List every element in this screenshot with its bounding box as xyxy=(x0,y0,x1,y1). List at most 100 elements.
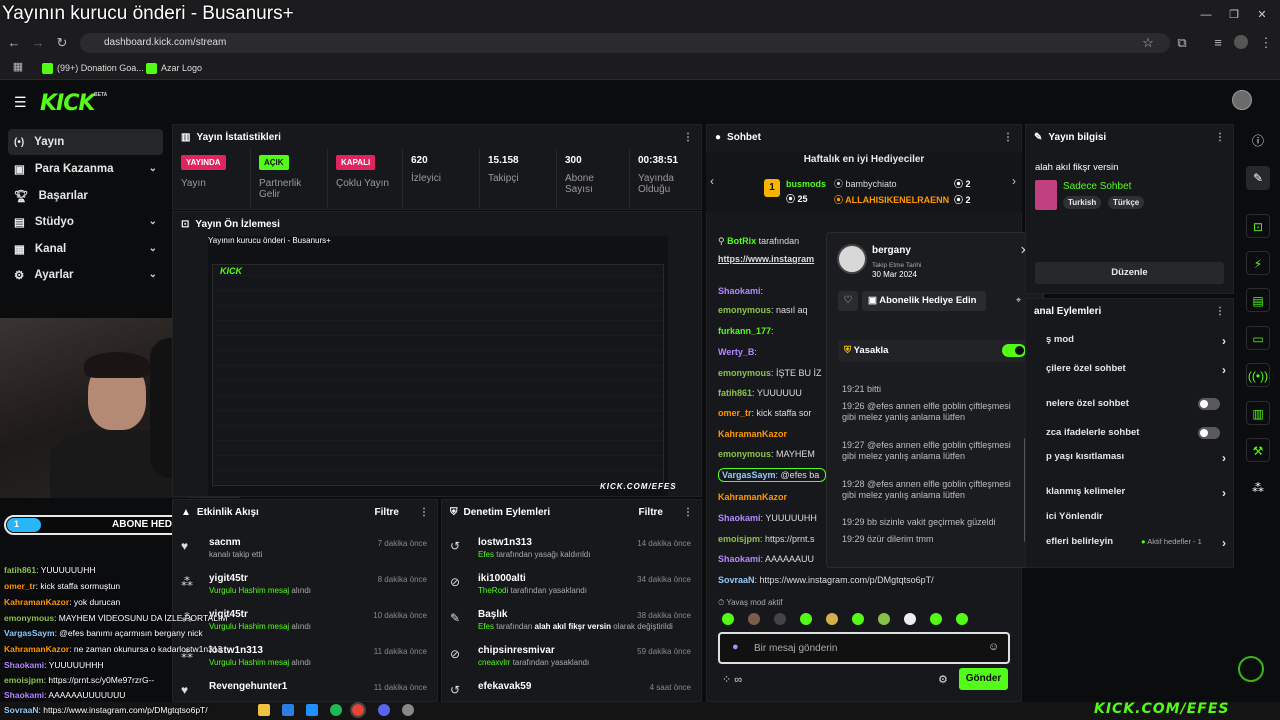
bolt-icon[interactable]: ⚡︎ xyxy=(1246,251,1270,275)
stream-info-menu-icon[interactable]: ⋮ xyxy=(1215,132,1225,143)
action-account-age[interactable]: p yaşı kısıtlaması › xyxy=(1046,451,1226,473)
overlay-chat-line: emonymous: MAYHEM VİDEOSUNU DA İZLE PORT… xyxy=(4,613,228,623)
popup-username[interactable]: bergany xyxy=(872,245,911,256)
document-icon[interactable]: ▤ xyxy=(1246,288,1270,312)
moderation-row: ⊘ iki1000alti TheRodi tarafından yasakland… xyxy=(450,573,691,595)
moderation-row: ⊘ chipsinresmivar cneaxvlrr tarafından yas… xyxy=(450,645,691,667)
discord-icon[interactable] xyxy=(378,704,390,716)
gifter-name[interactable]: ⦿ bambychiato xyxy=(834,177,897,190)
hamburger-menu-icon[interactable]: ☰ xyxy=(14,94,28,111)
chat-input[interactable]: ● Bir mesaj gönderin ☺ xyxy=(718,632,1010,664)
prev-arrow-icon[interactable]: ‹ xyxy=(710,174,714,188)
ban-label: ⛨ Yasakla xyxy=(844,345,889,356)
preview-icon[interactable]: ⊡ xyxy=(1246,214,1270,238)
moderation-filter-button[interactable]: Filtre xyxy=(639,507,663,518)
chat-menu-icon[interactable]: ⋮ xyxy=(1003,132,1013,143)
url-input[interactable]: dashboard.kick.com/stream xyxy=(80,33,1170,53)
gifter-name[interactable]: ⦿ ALLAHISIKENELRAENN xyxy=(834,193,949,206)
broadcast-icon[interactable]: ((•)) xyxy=(1246,363,1270,387)
next-arrow-icon[interactable]: › xyxy=(1012,174,1016,188)
emote-icon[interactable] xyxy=(774,613,786,625)
emote-icon[interactable] xyxy=(722,613,734,625)
emote-icon[interactable] xyxy=(878,613,890,625)
sidebar-item-yayin[interactable]: (•) Yayın xyxy=(8,129,163,155)
pin-icon: ⚲ xyxy=(718,236,728,246)
emote-icon[interactable] xyxy=(748,613,760,625)
edit-stream-info-button[interactable]: Düzenle xyxy=(1035,262,1224,284)
action-banned-words[interactable]: klanmış kelimeler › xyxy=(1046,486,1226,508)
profile-avatar[interactable] xyxy=(1234,35,1248,49)
bookmark-star-icon[interactable]: ☆ xyxy=(1140,35,1156,51)
maximize-button[interactable]: ❐ xyxy=(1224,6,1244,24)
mail-icon[interactable] xyxy=(306,704,318,716)
stats-icon[interactable]: ▥ xyxy=(1246,401,1270,425)
user-avatar[interactable] xyxy=(1232,90,1252,110)
gear-icon[interactable]: ⚙ xyxy=(938,673,948,686)
emote-icon[interactable] xyxy=(800,613,812,625)
chat-icon[interactable]: ▭ xyxy=(1246,326,1270,350)
folder-icon[interactable] xyxy=(258,704,270,716)
reload-icon[interactable]: ↻ xyxy=(54,35,70,51)
channel-actions-menu-icon[interactable]: ⋮ xyxy=(1215,306,1225,317)
category-name[interactable]: Sadece Sohbet xyxy=(1063,181,1131,192)
back-icon[interactable]: ← xyxy=(6,35,22,51)
emote-icon[interactable] xyxy=(956,613,968,625)
stats-menu-icon[interactable]: ⋮ xyxy=(683,132,693,143)
bookmark-donation[interactable]: (99+) Donation Goa... xyxy=(42,60,144,76)
chat-input-placeholder: Bir mesaj gönderin xyxy=(754,643,838,654)
sidebar-item-ayarlar[interactable]: ⚙ Ayarlar ⌄ xyxy=(8,262,163,288)
emote-icon[interactable] xyxy=(852,613,864,625)
moderation-menu-icon[interactable]: ⋮ xyxy=(683,507,693,518)
gear-icon: ⚙ xyxy=(14,270,25,282)
user-log-line: 19:26 @efes annen elfle goblin çiftleşme… xyxy=(842,401,1011,422)
activity-menu-icon[interactable]: ⋮ xyxy=(419,507,429,518)
follow-heart-button[interactable]: ♡ xyxy=(838,291,858,311)
chat-link[interactable]: https://www.instagram xyxy=(718,254,826,264)
emoji-icon[interactable]: ☺ xyxy=(988,641,999,653)
gifter-name[interactable]: busmods xyxy=(786,179,826,189)
extensions-icon[interactable]: ⧉ xyxy=(1174,35,1190,51)
activity-filter-button[interactable]: Filtre xyxy=(375,507,399,518)
stream-preview-video[interactable]: Yayının kurucu önderi - Busanurs+ KICK K… xyxy=(208,236,676,496)
sidebar-item-kanal[interactable]: ▦ Kanal ⌄ xyxy=(8,236,163,262)
emote-icon[interactable] xyxy=(904,613,916,625)
info-icon[interactable]: ⓘ xyxy=(1246,129,1270,153)
more-icon[interactable]: ⁂ xyxy=(1246,476,1270,500)
broadcast-icon: (•) xyxy=(14,136,25,148)
emote-icon[interactable] xyxy=(930,613,942,625)
sub-chat-toggle[interactable] xyxy=(1198,398,1220,410)
chat-message: Shaokami: YUUUUUHH xyxy=(718,513,817,523)
wrench-icon[interactable]: ⚒ xyxy=(1246,438,1270,462)
sidebar-item-studyo[interactable]: ▤ Stüdyo ⌄ xyxy=(8,209,163,235)
chat-message: emonymous: İŞTE BU İZ xyxy=(718,368,822,378)
chat-settings-icon[interactable]: ⁘ ∞ xyxy=(722,673,742,686)
obs-icon[interactable] xyxy=(402,704,414,716)
send-button[interactable]: Gönder xyxy=(959,668,1008,690)
bookmark-azar-logo[interactable]: Azar Logo xyxy=(146,60,202,76)
ban-toggle[interactable] xyxy=(1002,344,1026,357)
chrome-icon[interactable] xyxy=(350,702,366,718)
loading-spinner xyxy=(1238,656,1264,682)
app-icon[interactable] xyxy=(282,704,294,716)
apps-grid-icon[interactable]: ▦ xyxy=(10,59,26,75)
action-slow-mode[interactable]: ş mod › xyxy=(1046,334,1226,356)
action-goals[interactable]: efleri belirleyin ● Aktif hedefler - 1 › xyxy=(1046,536,1226,558)
browser-menu-icon[interactable]: ⋮ xyxy=(1258,35,1274,51)
forward-icon[interactable]: → xyxy=(30,35,46,51)
emote-icon[interactable] xyxy=(826,613,838,625)
overlay-chat-line: VargasSaym: @efes banımı açarmısın berga… xyxy=(4,628,203,638)
kick-logo[interactable]: KICK xyxy=(40,91,95,116)
edit-icon[interactable]: ✎ xyxy=(1246,166,1270,190)
sidebar-item-para-kazanma[interactable]: ▣ Para Kazanma ⌄ xyxy=(8,156,163,182)
trophy-icon: 🏆︎ xyxy=(14,191,29,203)
action-follower-chat[interactable]: çilere özel sohbet › xyxy=(1046,363,1226,385)
close-window-button[interactable]: ✕ xyxy=(1252,6,1272,24)
pin-icon[interactable]: ⌖ xyxy=(1016,295,1021,306)
media-icon[interactable]: ≡ xyxy=(1210,35,1226,51)
emote-chat-toggle[interactable] xyxy=(1198,427,1220,439)
minimize-button[interactable]: — xyxy=(1196,6,1216,24)
sidebar-item-basarilar[interactable]: 🏆︎ Başarılar xyxy=(8,183,163,209)
action-raid[interactable]: ici Yönlendir xyxy=(1046,511,1226,533)
gift-sub-button[interactable]: ▣ Abonelik Hediye Edin xyxy=(862,291,986,311)
spotify-icon[interactable] xyxy=(330,704,342,716)
